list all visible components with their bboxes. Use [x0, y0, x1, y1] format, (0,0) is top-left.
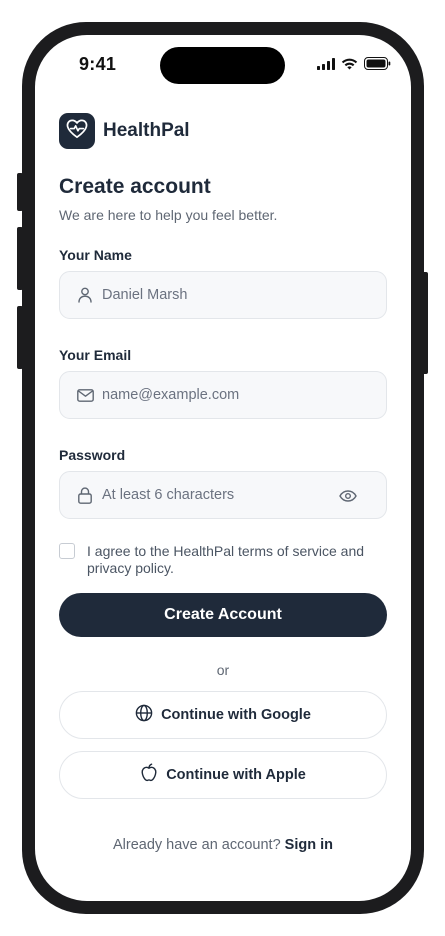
screen: 9:41 HealthPal Create account We are her… [35, 35, 411, 901]
email-field[interactable] [59, 371, 387, 419]
create-account-button[interactable]: Create Account [59, 593, 387, 637]
password-group: Password [59, 447, 387, 519]
continue-google-button[interactable]: Continue with Google [59, 691, 387, 739]
terms-text: I agree to the HealthPal terms of servic… [87, 543, 365, 576]
password-input[interactable] [102, 487, 332, 503]
continue-apple-button[interactable]: Continue with Apple [59, 751, 387, 799]
wifi-icon [341, 57, 358, 75]
brand: HealthPal [59, 113, 387, 149]
user-icon [76, 286, 94, 304]
signin-prompt-text: Already have an account? [112, 837, 281, 853]
signin-link[interactable]: Sign in [285, 837, 333, 853]
name-group: Your Name [59, 247, 387, 319]
apple-icon [140, 763, 158, 787]
device-mockup: 9:41 HealthPal Create account We are her… [0, 0, 445, 936]
terms-checkbox[interactable] [59, 543, 75, 559]
email-label: Your Email [59, 347, 132, 363]
dynamic-island [160, 47, 285, 84]
status-icons [317, 57, 391, 75]
brand-logo [59, 113, 95, 149]
brand-name: HealthPal [103, 120, 190, 141]
name-label: Your Name [59, 247, 132, 263]
lock-icon [76, 486, 94, 504]
heart-pulse-icon [66, 119, 88, 144]
google-label: Continue with Google [161, 707, 311, 723]
name-field[interactable] [59, 271, 387, 319]
signal-icon [317, 57, 335, 75]
name-input[interactable] [102, 287, 332, 303]
eye-icon[interactable] [338, 486, 358, 506]
mail-icon [76, 386, 94, 404]
or-divider: or [216, 662, 230, 678]
status-time: 9:41 [79, 54, 117, 74]
password-label: Password [59, 447, 126, 463]
battery-icon [364, 57, 391, 75]
email-input[interactable] [102, 387, 332, 403]
signup-form: HealthPal Create account We are here to … [59, 113, 387, 853]
email-group: Your Email [59, 347, 387, 419]
terms-agreement: I agree to the HealthPal terms of servic… [59, 543, 387, 577]
page-subtitle: We are here to help you feel better. [59, 207, 278, 223]
signin-prompt: Already have an account? Sign in [59, 837, 387, 853]
apple-label: Continue with Apple [166, 767, 306, 783]
globe-icon [135, 704, 153, 727]
page-title: Create account [59, 175, 211, 198]
password-field[interactable] [59, 471, 387, 519]
